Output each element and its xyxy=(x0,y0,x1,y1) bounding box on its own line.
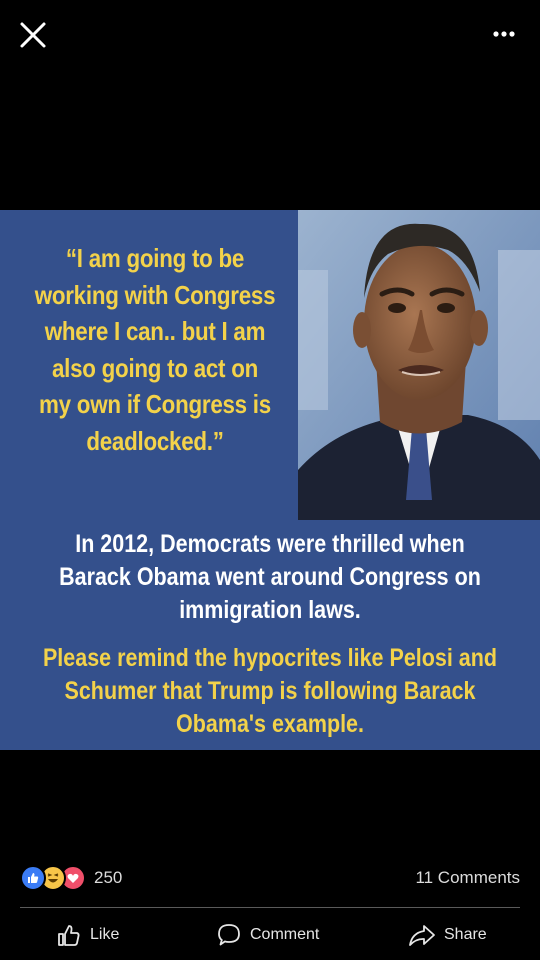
close-icon xyxy=(20,22,46,48)
thumbs-up-icon xyxy=(58,925,80,946)
top-bar xyxy=(0,0,540,70)
quote-text: “I am going to be working with Congress … xyxy=(34,243,276,456)
like-label: Like xyxy=(90,926,120,943)
statement-text: In 2012, Democrats were thrilled when Ba… xyxy=(59,530,481,624)
like-button[interactable]: Like xyxy=(56,915,119,955)
comment-button[interactable]: Comment xyxy=(216,915,319,955)
post-image[interactable]: “I am going to be working with Congress … xyxy=(0,210,540,750)
action-bar: Like Comment Share xyxy=(0,915,540,955)
reactions-summary[interactable]: 250 xyxy=(20,865,123,891)
comments-count[interactable]: 11 Comments xyxy=(415,868,520,888)
like-reaction-icon xyxy=(20,865,46,891)
portrait-photo xyxy=(298,210,540,520)
reaction-count: 250 xyxy=(94,868,123,887)
share-label: Share xyxy=(444,926,487,943)
close-button[interactable] xyxy=(16,18,50,52)
more-options-icon xyxy=(493,31,515,37)
comment-icon xyxy=(218,924,240,946)
share-button[interactable]: Share xyxy=(408,915,487,955)
divider xyxy=(20,907,520,908)
reminder-text: Please remind the hypocrites like Pelosi… xyxy=(42,644,498,738)
share-icon xyxy=(409,925,435,946)
comment-label: Comment xyxy=(250,926,320,943)
more-options-button[interactable] xyxy=(484,20,524,48)
